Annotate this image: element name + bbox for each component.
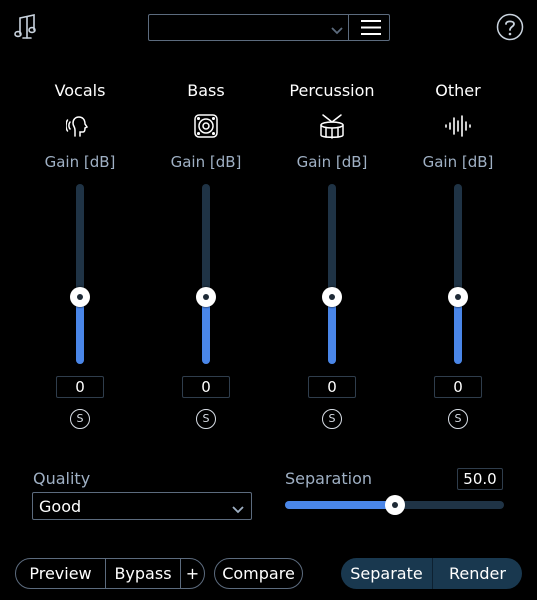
- separation-slider-fill: [285, 501, 395, 509]
- gain-label: Gain [dB]: [422, 153, 494, 171]
- waveform-icon[interactable]: [444, 112, 472, 140]
- gain-slider-thumb[interactable]: [196, 287, 216, 308]
- process-group: Separate Render: [341, 558, 522, 589]
- gain-slider-track[interactable]: [328, 184, 336, 364]
- channel-other: Other Gain [dB] 0 S: [398, 0, 518, 440]
- gain-label: Gain [dB]: [44, 153, 116, 171]
- quality-select[interactable]: Good: [32, 492, 252, 520]
- gain-slider-fill: [202, 297, 210, 364]
- compare-button[interactable]: Compare: [215, 559, 302, 588]
- separation-slider-thumb[interactable]: [384, 495, 405, 515]
- quality-value: Good: [39, 497, 82, 516]
- bypass-button[interactable]: Bypass: [105, 559, 180, 588]
- separation-label: Separation: [285, 469, 372, 488]
- gain-value-field[interactable]: 0: [308, 376, 356, 398]
- separation-value-field[interactable]: 50.0: [457, 468, 503, 490]
- chevron-down-icon: [231, 501, 245, 514]
- gain-label: Gain [dB]: [296, 153, 368, 171]
- channel-name: Percussion: [289, 81, 375, 100]
- gain-slider-fill: [76, 297, 84, 364]
- channel-name: Vocals: [54, 81, 106, 100]
- solo-button[interactable]: S: [448, 409, 468, 429]
- channel-name: Other: [435, 81, 481, 100]
- channel-name: Bass: [187, 81, 225, 100]
- preview-button[interactable]: Preview: [16, 559, 105, 588]
- gain-slider-fill: [454, 297, 462, 364]
- gain-slider-thumb[interactable]: [70, 287, 90, 308]
- channel-vocals: Vocals Gain [dB] 0 S: [20, 0, 140, 440]
- render-button[interactable]: Render: [432, 558, 522, 589]
- channel-percussion: Percussion Gain [dB] 0 S: [272, 0, 392, 440]
- drum-icon[interactable]: [318, 112, 346, 140]
- gain-slider-track[interactable]: [76, 184, 84, 364]
- preview-bypass-group: Preview Bypass +: [15, 558, 205, 589]
- gain-value-field[interactable]: 0: [434, 376, 482, 398]
- gain-value-field[interactable]: 0: [182, 376, 230, 398]
- solo-button[interactable]: S: [70, 409, 90, 429]
- gain-slider-track[interactable]: [454, 184, 462, 364]
- quality-label: Quality: [33, 469, 91, 488]
- gain-value-field[interactable]: 0: [56, 376, 104, 398]
- gain-slider-thumb[interactable]: [448, 287, 468, 308]
- add-button[interactable]: +: [180, 559, 204, 588]
- vocals-head-icon[interactable]: [65, 112, 94, 140]
- channel-bass: Bass Gain [dB] 0 S: [146, 0, 266, 440]
- gain-slider-fill: [328, 297, 336, 364]
- speaker-icon[interactable]: [192, 112, 220, 140]
- compare-group: Compare: [214, 558, 303, 589]
- separate-button[interactable]: Separate: [341, 558, 432, 589]
- solo-button[interactable]: S: [196, 409, 216, 429]
- solo-button[interactable]: S: [322, 409, 342, 429]
- gain-slider-thumb[interactable]: [322, 287, 342, 308]
- gain-label: Gain [dB]: [170, 153, 242, 171]
- gain-slider-track[interactable]: [202, 184, 210, 364]
